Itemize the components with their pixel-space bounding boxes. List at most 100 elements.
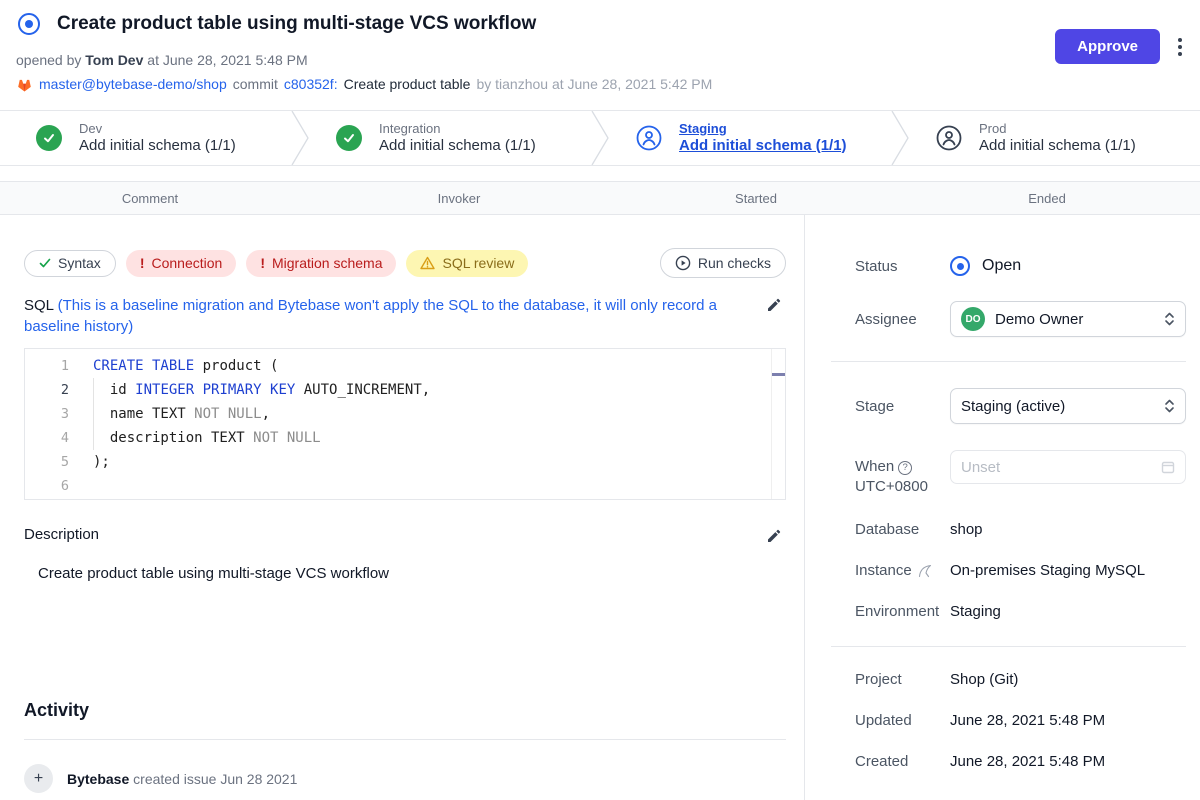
created-value: June 28, 2021 5:48 PM xyxy=(950,753,1105,770)
assignee-avatar: DO xyxy=(961,307,985,331)
sql-section-header: SQL (This is a baseline migration and By… xyxy=(24,295,786,337)
stage-name: Dev xyxy=(79,121,236,137)
page-title: Create product table using multi-stage V… xyxy=(57,13,536,35)
stage-value: Staging (active) xyxy=(961,398,1154,415)
check-badge-connection[interactable]: ! Connection xyxy=(126,250,237,277)
task-table-header: Comment Invoker Started Ended xyxy=(0,181,1200,215)
edit-sql-icon[interactable] xyxy=(766,297,782,313)
stage-task[interactable]: Add initial schema (1/1) xyxy=(679,137,847,156)
assignee-value: Demo Owner xyxy=(995,311,1154,328)
check-badge-sql-review[interactable]: SQL review xyxy=(406,250,528,277)
stage-label: Stage xyxy=(855,398,950,415)
stage-separator xyxy=(288,111,314,165)
environment-row: Environment Staging xyxy=(855,603,1186,620)
commit-message: Create product table xyxy=(344,76,471,92)
stage-select[interactable]: Staging (active) xyxy=(950,388,1186,424)
stage-name: Prod xyxy=(979,121,1136,137)
code-line: 1 CREATE TABLE product ( xyxy=(25,354,785,378)
sql-baseline-note: (This is a baseline migration and Byteba… xyxy=(24,297,717,335)
activity-item: + Bytebase created issue Jun 28 2021 xyxy=(24,764,786,793)
play-circle-icon xyxy=(675,255,691,271)
column-comment: Comment xyxy=(0,191,300,206)
stage-pending-person-icon xyxy=(936,125,962,151)
created-row: Created June 28, 2021 5:48 PM xyxy=(855,753,1186,770)
warning-icon xyxy=(420,256,435,270)
calendar-icon xyxy=(1161,460,1175,474)
opened-by-name: Tom Dev xyxy=(85,52,143,68)
stage-done-icon xyxy=(336,125,362,151)
divider xyxy=(831,646,1186,647)
edit-description-icon[interactable] xyxy=(766,528,782,544)
commit-hash-link[interactable]: c80352f: xyxy=(284,76,338,92)
assignee-select[interactable]: DO Demo Owner xyxy=(950,301,1186,337)
status-label: Status xyxy=(855,258,950,275)
help-icon[interactable]: ? xyxy=(898,461,912,475)
activity-action: created issue Jun 28 2021 xyxy=(133,771,297,787)
editor-scrollbar[interactable] xyxy=(771,349,785,499)
description-text[interactable]: Create product table using multi-stage V… xyxy=(38,565,786,582)
divider xyxy=(24,739,786,740)
instance-value[interactable]: On-premises Staging MySQL xyxy=(950,562,1145,579)
status-value: Open xyxy=(982,257,1021,275)
approve-button[interactable]: Approve xyxy=(1055,29,1160,64)
description-header: Description xyxy=(24,526,786,543)
activity-heading: Activity xyxy=(24,700,786,721)
updated-label: Updated xyxy=(855,712,950,729)
plus-icon: + xyxy=(24,764,53,793)
issue-open-icon xyxy=(18,13,40,35)
column-started: Started xyxy=(618,191,894,206)
instance-label: Instance xyxy=(855,562,912,579)
stage-name[interactable]: Staging xyxy=(679,121,847,137)
run-checks-button[interactable]: Run checks xyxy=(660,248,786,278)
project-label: Project xyxy=(855,671,950,688)
database-value[interactable]: shop xyxy=(950,521,983,538)
stage-separator xyxy=(588,111,614,165)
stage-pipeline: Dev Add initial schema (1/1) Integration… xyxy=(0,110,1200,166)
stage-task[interactable]: Add initial schema (1/1) xyxy=(79,137,236,156)
updated-value: June 28, 2021 5:48 PM xyxy=(950,712,1105,729)
branch-repo-link[interactable]: master@bytebase-demo/shop xyxy=(39,76,227,92)
stage-done-icon xyxy=(36,125,62,151)
assignee-row: Assignee DO Demo Owner xyxy=(855,301,1186,337)
when-date-input[interactable]: Unset xyxy=(950,450,1186,484)
stage-dev[interactable]: Dev Add initial schema (1/1) xyxy=(0,111,300,165)
environment-value[interactable]: Staging xyxy=(950,603,1001,620)
stage-prod[interactable]: Prod Add initial schema (1/1) xyxy=(900,111,1200,165)
activity-actor: Bytebase xyxy=(67,771,129,787)
column-ended: Ended xyxy=(894,191,1200,206)
check-badge-migration-schema[interactable]: ! Migration schema xyxy=(246,250,396,277)
stage-staging[interactable]: Staging Add initial schema (1/1) xyxy=(600,111,900,165)
main-panel: Syntax ! Connection ! Migration schema S… xyxy=(0,215,805,800)
code-line: 3 name TEXT NOT NULL, xyxy=(25,402,785,426)
issue-header: Create product table using multi-stage V… xyxy=(0,0,1200,110)
issue-sidebar: Status Open Assignee DO Demo Owner Stage… xyxy=(805,215,1200,800)
sql-editor[interactable]: 1 CREATE TABLE product ( 2 id INTEGER PR… xyxy=(24,348,786,500)
error-icon: ! xyxy=(140,255,145,271)
when-timezone: UTC+0800 xyxy=(855,478,928,495)
project-row: Project Shop (Git) xyxy=(855,671,1186,688)
status-open-icon xyxy=(950,256,970,276)
status-row: Status Open xyxy=(855,256,1186,276)
mysql-dolphin-icon xyxy=(918,564,933,578)
updated-row: Updated June 28, 2021 5:48 PM xyxy=(855,712,1186,729)
more-options-icon[interactable] xyxy=(1174,34,1186,60)
code-line: 6 xyxy=(25,474,785,498)
error-icon: ! xyxy=(260,255,265,271)
project-value[interactable]: Shop (Git) xyxy=(950,671,1018,688)
stage-name: Integration xyxy=(379,121,536,137)
description-label: Description xyxy=(24,526,99,543)
stage-integration[interactable]: Integration Add initial schema (1/1) xyxy=(300,111,600,165)
environment-label: Environment xyxy=(855,603,950,620)
assignee-label: Assignee xyxy=(855,311,950,328)
checks-row: Syntax ! Connection ! Migration schema S… xyxy=(24,248,786,278)
sql-label: SQL xyxy=(24,297,53,314)
stage-row: Stage Staging (active) xyxy=(855,388,1186,424)
when-row: When? UTC+0800 Unset xyxy=(855,450,1186,497)
stage-task[interactable]: Add initial schema (1/1) xyxy=(979,137,1136,156)
instance-row: Instance On-premises Staging MySQL xyxy=(855,562,1186,579)
code-line: 2 id INTEGER PRIMARY KEY AUTO_INCREMENT, xyxy=(25,378,785,402)
stage-task[interactable]: Add initial schema (1/1) xyxy=(379,137,536,156)
when-label: When xyxy=(855,458,894,475)
check-badge-syntax[interactable]: Syntax xyxy=(24,250,116,277)
chevron-updown-icon xyxy=(1164,398,1175,414)
